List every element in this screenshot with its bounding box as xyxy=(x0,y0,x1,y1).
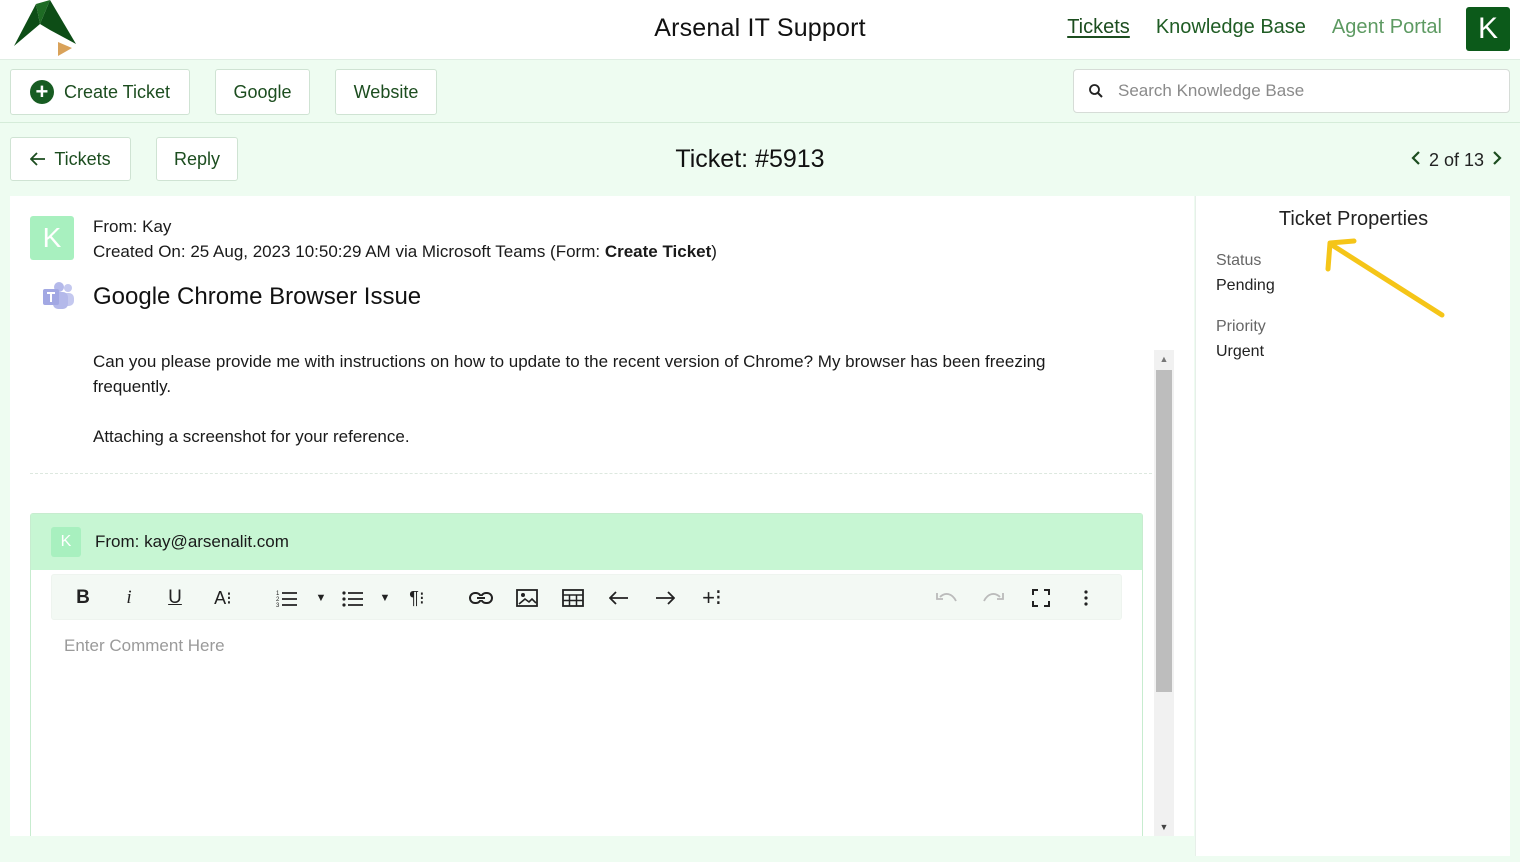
status-value[interactable]: Pending xyxy=(1216,277,1275,295)
ordered-list-icon[interactable]: 123 xyxy=(274,585,300,611)
bold-icon[interactable]: B xyxy=(72,585,94,611)
action-toolbar: + Create Ticket Google Website xyxy=(0,61,1520,123)
italic-icon[interactable]: i xyxy=(118,585,140,611)
message-body-paragraph: Attaching a screenshot for your referenc… xyxy=(93,427,410,446)
link-icon[interactable] xyxy=(468,585,494,611)
chevron-left-icon[interactable] xyxy=(1411,149,1421,172)
properties-title: Ticket Properties xyxy=(1278,208,1429,230)
created-suffix: ) xyxy=(711,242,717,261)
created-text: Created On: 25 Aug, 2023 10:50:29 AM via… xyxy=(93,242,605,261)
status-label: Status xyxy=(1216,252,1262,269)
font-size-icon[interactable]: A⁝ xyxy=(210,585,236,611)
ticket-title: Ticket: #5913 xyxy=(675,145,825,173)
arrow-left-icon[interactable] xyxy=(606,585,632,611)
chevron-down-icon[interactable]: ▼ xyxy=(314,585,328,611)
scroll-up-icon[interactable]: ▲ xyxy=(1154,350,1174,368)
underline-icon[interactable]: U xyxy=(164,585,186,611)
top-nav: Tickets Knowledge Base Agent Portal xyxy=(1067,16,1442,39)
create-ticket-button[interactable]: + Create Ticket xyxy=(10,69,190,115)
sender-avatar: K xyxy=(30,216,74,260)
search-input[interactable] xyxy=(1118,81,1498,101)
message-body: Can you please provide me with instructi… xyxy=(93,349,1083,449)
priority-value[interactable]: Urgent xyxy=(1216,343,1264,361)
annotation-arrow-icon xyxy=(1325,238,1445,318)
plus-circle-icon: + xyxy=(29,80,54,104)
image-icon[interactable] xyxy=(514,585,540,611)
insert-more-icon[interactable]: +⁝ xyxy=(698,585,726,611)
table-icon[interactable] xyxy=(560,585,586,611)
message-created: Created On: 25 Aug, 2023 10:50:29 AM via… xyxy=(93,242,717,262)
nav-tickets-link[interactable]: Tickets xyxy=(1067,16,1130,39)
priority-label: Priority xyxy=(1216,318,1266,335)
app-header: Arsenal IT Support Tickets Knowledge Bas… xyxy=(0,0,1520,60)
ticket-subbar: Tickets Reply Ticket: #5913 2 of 13 xyxy=(0,124,1520,194)
ticket-conversation: K From: Kay Created On: 25 Aug, 2023 10:… xyxy=(10,196,1194,836)
undo-icon[interactable] xyxy=(934,585,960,611)
reply-editor: K From: kay@arsenalit.com B i U A⁝ 123 ▼… xyxy=(30,513,1143,836)
form-name: Create Ticket xyxy=(604,242,712,261)
user-avatar[interactable]: K xyxy=(1466,7,1510,51)
comment-input[interactable]: Enter Comment Here xyxy=(64,636,225,656)
scroll-thumb[interactable] xyxy=(1156,370,1172,692)
svg-text:3: 3 xyxy=(276,603,280,607)
paragraph-format-icon[interactable]: ¶⁝ xyxy=(404,585,430,611)
message-scrollbar[interactable]: ▲ ▼ xyxy=(1154,350,1174,836)
message-from: From: Kay xyxy=(93,217,172,236)
arrow-right-icon[interactable] xyxy=(652,585,678,611)
microsoft-teams-icon xyxy=(43,282,74,309)
reply-avatar: K xyxy=(51,527,81,557)
message-body-paragraph: Can you please provide me with instructi… xyxy=(93,352,1046,396)
google-button[interactable]: Google xyxy=(215,69,310,115)
nav-knowledge-base-link[interactable]: Knowledge Base xyxy=(1156,16,1306,39)
message-divider xyxy=(30,473,1152,474)
search-icon xyxy=(1074,83,1118,99)
nav-agent-portal-link[interactable]: Agent Portal xyxy=(1332,16,1442,39)
scroll-down-icon[interactable]: ▼ xyxy=(1154,818,1174,836)
reply-header: K From: kay@arsenalit.com xyxy=(31,514,1142,570)
chevron-right-icon[interactable] xyxy=(1492,149,1502,172)
more-options-icon[interactable] xyxy=(1076,585,1096,611)
bullet-list-icon[interactable] xyxy=(340,585,366,611)
editor-toolbar: B i U A⁝ 123 ▼ ▼ ¶⁝ +⁝ xyxy=(51,574,1122,620)
pager-text: 2 of 13 xyxy=(1428,150,1484,170)
fullscreen-icon[interactable] xyxy=(1028,585,1054,611)
reply-from: From: kay@arsenalit.com xyxy=(95,532,289,551)
chevron-down-icon[interactable]: ▼ xyxy=(378,585,392,611)
search-box xyxy=(1073,69,1510,113)
ticket-pager: 2 of 13 xyxy=(1411,149,1502,172)
ticket-subject: Google Chrome Browser Issue xyxy=(93,283,422,310)
create-ticket-label: Create Ticket xyxy=(63,81,171,102)
redo-icon[interactable] xyxy=(980,585,1006,611)
website-button[interactable]: Website xyxy=(335,69,437,115)
